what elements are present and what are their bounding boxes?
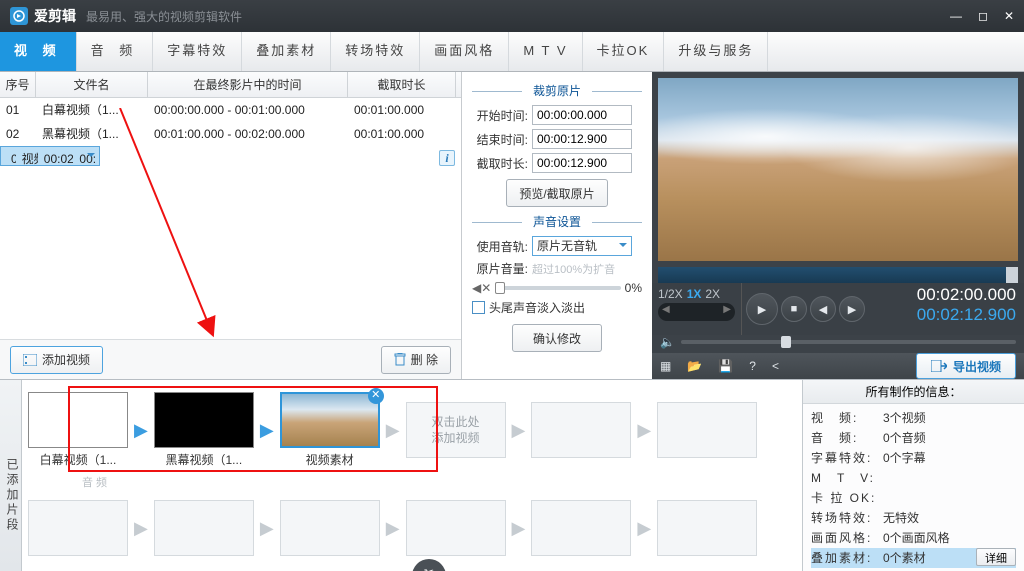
- tab-audio[interactable]: 音 频: [77, 32, 154, 71]
- minimize-button[interactable]: —: [950, 9, 962, 23]
- info-icon[interactable]: i: [439, 150, 455, 166]
- clip-table-body: 01 白幕视频（1... 00:00:00.000 - 00:01:00.000…: [0, 98, 461, 339]
- tab-upgrade[interactable]: 升级与服务: [664, 32, 768, 71]
- timecode-total: 00:02:12.900: [917, 305, 1016, 325]
- timeline-track: 白幕视频（1... ▶ 黑幕视频（1... ▶ ✕视频素材 ▶ 双击此处 添加视…: [22, 380, 802, 571]
- open-icon[interactable]: 📂: [687, 359, 702, 373]
- table-row[interactable]: 02 黑幕视频（1... 00:01:00.000 - 00:02:00.000…: [0, 122, 461, 146]
- audio-track-label: 音 频: [82, 474, 107, 490]
- export-icon: [931, 360, 947, 372]
- th-dur: 截取时长: [348, 72, 456, 97]
- info-panel: 所有制作的信息： 视 频:3个视频 音 频:0个音频 字幕特效:0个字幕 M T…: [802, 380, 1024, 571]
- new-icon[interactable]: ▦: [660, 359, 671, 373]
- settings-panel: 裁剪原片 开始时间: 结束时间: 截取时长: 预览/截取原片 声音设置 使用音轨…: [462, 72, 652, 379]
- preview-volume-slider[interactable]: [681, 340, 1016, 344]
- volume-slider[interactable]: [495, 286, 620, 290]
- timeline-clip[interactable]: 黑幕视频（1...: [154, 392, 254, 468]
- confirm-button[interactable]: 确认修改: [512, 324, 602, 352]
- clip-table-header: 序号 文件名 在最终影片中的时间 截取时长: [0, 72, 461, 98]
- audio-track-select[interactable]: 原片无音轨: [532, 236, 632, 256]
- export-video-button[interactable]: 导出视频: [916, 353, 1016, 379]
- save-icon[interactable]: 💾: [718, 359, 733, 373]
- start-time-input[interactable]: [532, 105, 632, 125]
- arrow-icon: ▶: [512, 420, 526, 441]
- seek-bar[interactable]: [658, 267, 1018, 283]
- arrow-icon: ▶: [386, 420, 400, 441]
- title-bar: 爱剪辑 最易用、强大的视频剪辑软件 — ◻ ✕: [0, 0, 1024, 32]
- close-button[interactable]: ✕: [1004, 9, 1014, 23]
- main-tabs: 视 频 音 频 字幕特效 叠加素材 转场特效 画面风格 M T V 卡拉OK 升…: [0, 32, 1024, 72]
- end-time-input[interactable]: [532, 129, 632, 149]
- tab-mtv[interactable]: M T V: [509, 32, 582, 71]
- app-title: 爱剪辑: [34, 6, 76, 26]
- tab-subtitle[interactable]: 字幕特效: [153, 32, 242, 71]
- arrow-icon: ▶: [134, 420, 148, 441]
- arrow-icon: ▶: [260, 420, 274, 441]
- timeline-clip[interactable]: ✕视频素材: [280, 392, 380, 468]
- timecode-current: 00:02:00.000: [917, 285, 1016, 305]
- empty-audio-slot[interactable]: [531, 500, 631, 556]
- sound-section-title: 声音设置: [472, 213, 642, 230]
- next-frame-button[interactable]: ▶: [839, 296, 865, 322]
- tab-transition[interactable]: 转场特效: [331, 32, 420, 71]
- film-icon: [23, 354, 37, 366]
- empty-audio-slot[interactable]: [280, 500, 380, 556]
- preview-trim-button[interactable]: 预览/截取原片: [506, 179, 607, 207]
- tab-style[interactable]: 画面风格: [420, 32, 509, 71]
- remove-clip-icon[interactable]: ✕: [368, 388, 384, 404]
- share-icon[interactable]: <: [772, 359, 779, 373]
- empty-audio-slot[interactable]: [657, 500, 757, 556]
- app-subtitle: 最易用、强大的视频剪辑软件: [86, 8, 242, 25]
- speaker-icon[interactable]: 🔈: [660, 335, 675, 349]
- detail-button[interactable]: 详细: [976, 548, 1016, 566]
- timeline-side-label: 已添加片段: [0, 380, 22, 571]
- maximize-button[interactable]: ◻: [978, 9, 988, 23]
- speed-control[interactable]: 1/2X1X2X: [652, 283, 742, 335]
- th-no: 序号: [0, 72, 36, 97]
- delete-button[interactable]: 删 除: [381, 346, 451, 374]
- tab-overlay[interactable]: 叠加素材: [242, 32, 331, 71]
- timeline-clip[interactable]: 白幕视频（1...: [28, 392, 128, 468]
- preview-viewport[interactable]: [658, 78, 1018, 261]
- info-title: 所有制作的信息：: [803, 380, 1024, 404]
- empty-slot[interactable]: [657, 402, 757, 458]
- tab-video[interactable]: 视 频: [0, 32, 77, 71]
- table-row[interactable]: 03 视频素材 00:02:00.000 - 00:02:12.900 00:0…: [0, 146, 100, 166]
- app-logo-icon: [10, 7, 28, 25]
- empty-audio-slot[interactable]: [406, 500, 506, 556]
- mute-icon[interactable]: ◀✕: [472, 281, 491, 295]
- empty-audio-slot[interactable]: [154, 500, 254, 556]
- help-icon[interactable]: ?: [749, 359, 756, 373]
- play-button[interactable]: ▶: [746, 293, 778, 325]
- tab-karaoke[interactable]: 卡拉OK: [583, 32, 665, 71]
- trash-icon: [394, 353, 406, 366]
- add-clip-placeholder[interactable]: 双击此处 添加视频: [406, 402, 506, 458]
- duration-input[interactable]: [532, 153, 632, 173]
- trim-section-title: 裁剪原片: [472, 82, 642, 99]
- preview-panel: 1/2X1X2X ▶ ■ ◀ ▶ 00:02:00.000 00:02:12.9…: [652, 72, 1024, 379]
- fade-checkbox[interactable]: 头尾声音淡入淡出: [472, 299, 642, 316]
- stop-button[interactable]: ■: [781, 296, 807, 322]
- arrow-icon: ▶: [637, 420, 651, 441]
- add-video-button[interactable]: 添加视频: [10, 346, 103, 374]
- th-name: 文件名: [36, 72, 148, 97]
- jog-wheel[interactable]: [658, 303, 735, 321]
- empty-audio-slot[interactable]: [28, 500, 128, 556]
- th-time: 在最终影片中的时间: [148, 72, 348, 97]
- prev-frame-button[interactable]: ◀: [810, 296, 836, 322]
- empty-slot[interactable]: [531, 402, 631, 458]
- table-row[interactable]: 01 白幕视频（1... 00:00:00.000 - 00:01:00.000…: [0, 98, 461, 122]
